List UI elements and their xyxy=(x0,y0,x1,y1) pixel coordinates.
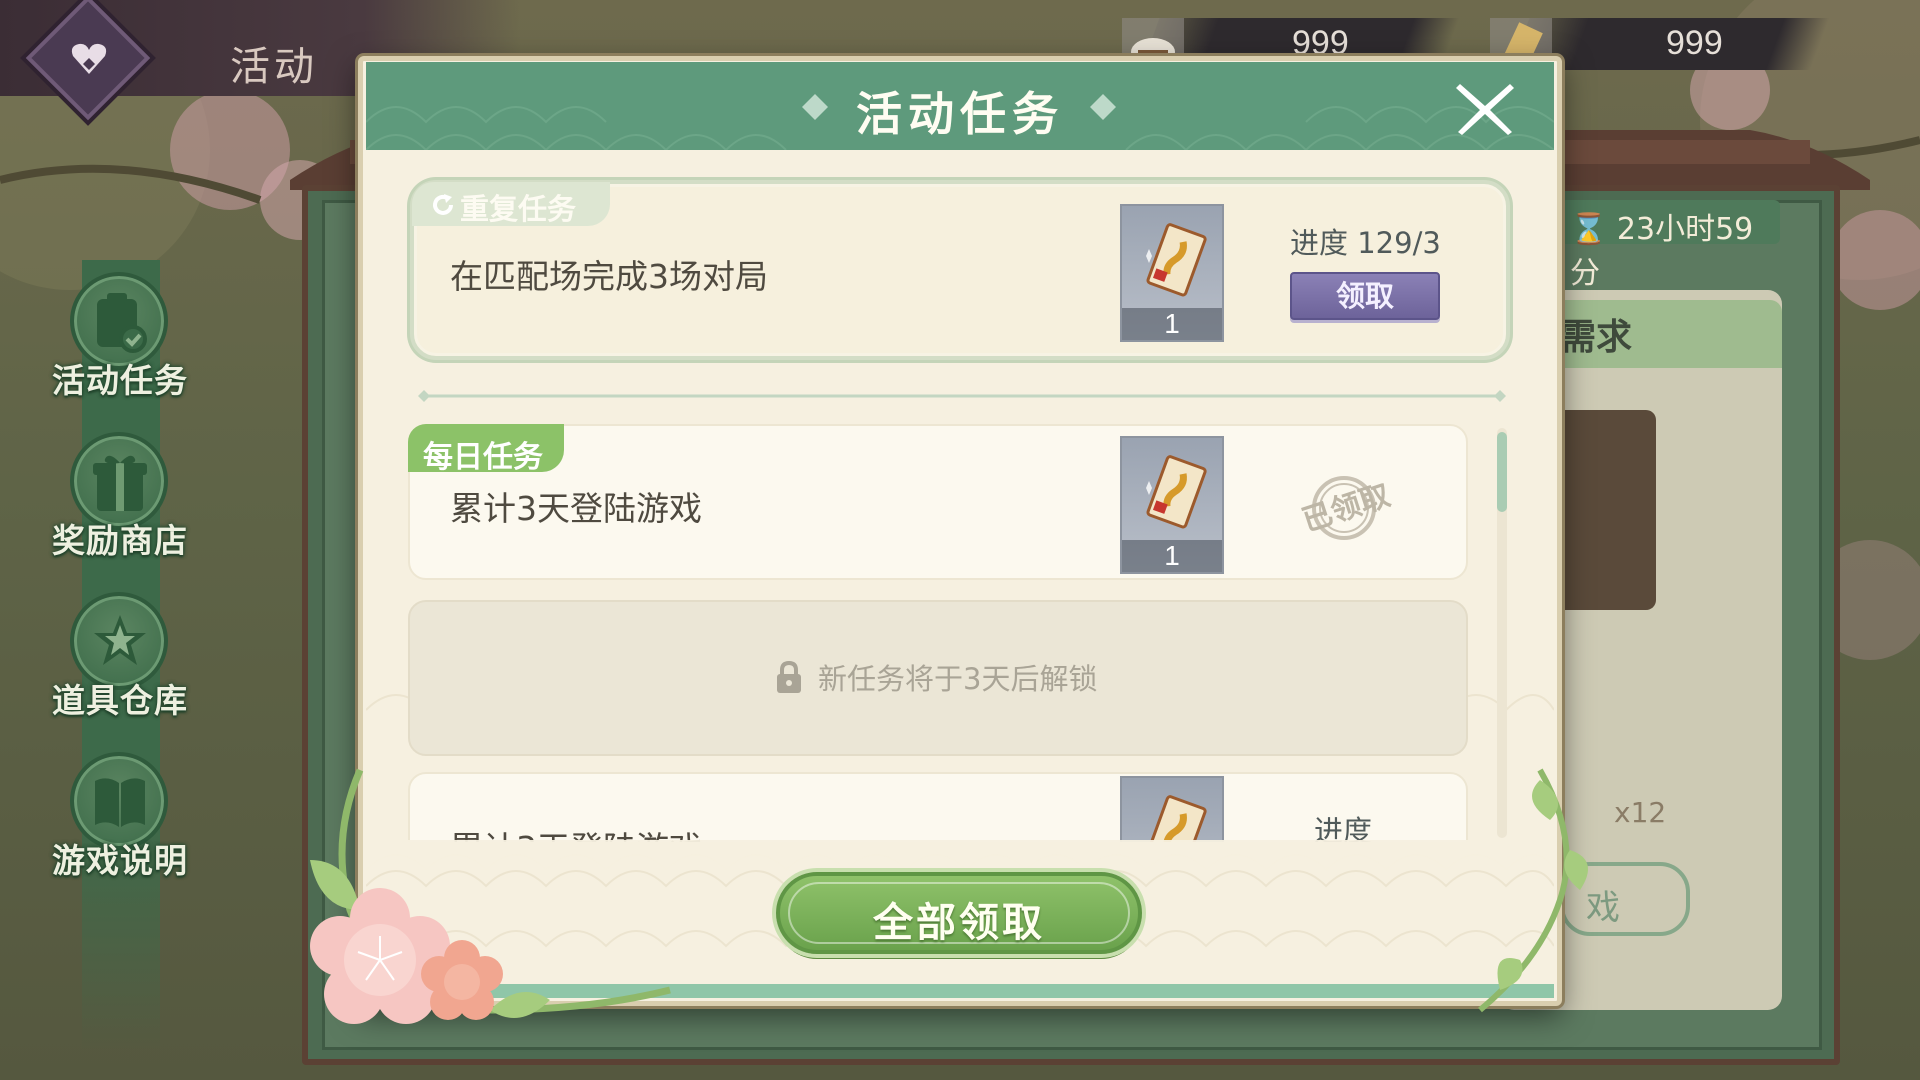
sidebar-item-label: 游戏说明 xyxy=(52,841,188,880)
claimed-stamp: 已领取 xyxy=(1298,476,1394,540)
event-timer: ⌛ 23小时59分 xyxy=(1560,200,1780,291)
repeat-task-progress: 进度 129/3 xyxy=(1290,226,1441,260)
ticket-card-icon xyxy=(1146,223,1207,297)
repeat-task-description: 在匹配场完成3场对局 xyxy=(450,257,768,296)
sidebar-item-reward-shop[interactable]: 奖励商店 xyxy=(40,432,200,572)
requirement-title: 需求 xyxy=(1560,317,1633,358)
claim-all-label: 全部领取 xyxy=(873,900,1045,946)
claim-button[interactable]: 领取 xyxy=(1290,272,1440,320)
resource-2-value: 999 xyxy=(1666,24,1723,62)
star-box-icon xyxy=(94,615,146,665)
claim-all-button[interactable]: 全部领取 xyxy=(776,872,1142,954)
reward-count: 1 xyxy=(1122,540,1222,572)
next-task-reward[interactable] xyxy=(1120,776,1224,842)
sidebar-item-label: 活动任务 xyxy=(52,361,188,400)
ticket-card-icon xyxy=(1146,795,1207,842)
gift-icon xyxy=(93,455,147,511)
heart-diamond-icon xyxy=(71,43,107,74)
scrollbar-thumb[interactable] xyxy=(1497,432,1507,512)
lock-icon xyxy=(777,660,801,693)
daily-task-reward[interactable]: 1 xyxy=(1120,436,1224,574)
reward-count: 1 xyxy=(1122,308,1222,340)
daily-task-tag-label: 每日任务 xyxy=(423,440,543,475)
ticket-card-icon xyxy=(1146,455,1207,529)
claimed-stamp-text: 已领取 xyxy=(1298,478,1394,539)
sidebar-item-item-storage[interactable]: 道具仓库 xyxy=(40,592,200,732)
locked-task-message: 新任务将于3天后解锁 xyxy=(818,662,1098,696)
refresh-icon xyxy=(433,194,453,215)
daily-task-tag: 每日任务 xyxy=(408,424,564,475)
sidebar-item-label: 道具仓库 xyxy=(52,681,188,720)
daily-task-description: 累计3天登陆游戏 xyxy=(450,489,702,528)
next-task-progress: 进度 xyxy=(1314,814,1373,842)
book-icon xyxy=(95,778,145,827)
clipboard-check-icon xyxy=(97,293,147,353)
repeat-task-tag-label: 重复任务 xyxy=(460,192,577,226)
plum-blossom-decoration xyxy=(310,768,671,1024)
activity-title: 活动 xyxy=(230,44,318,90)
repeat-task-reward[interactable]: 1 xyxy=(1120,204,1224,342)
sidebar-item-game-guide[interactable]: 游戏说明 xyxy=(40,752,200,892)
close-icon[interactable] xyxy=(1454,80,1516,136)
sidebar-item-activity-tasks[interactable]: 活动任务 xyxy=(40,272,200,412)
vine-decoration xyxy=(1478,768,1588,1013)
section-divider xyxy=(418,390,1506,402)
sidebar-item-label: 奖励商店 xyxy=(52,521,188,560)
dialog-title: 活动任务 xyxy=(856,87,1064,141)
